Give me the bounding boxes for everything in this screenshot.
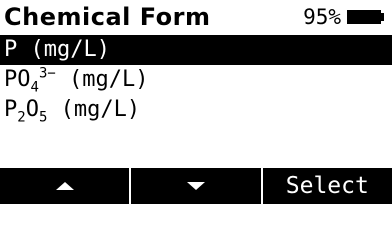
list-item-p[interactable]: P (mg/L) bbox=[0, 35, 392, 65]
formula-superscript: 3− bbox=[38, 65, 56, 82]
formula-po: PO bbox=[4, 67, 31, 92]
list-item-unit: (mg/L) bbox=[55, 67, 149, 92]
softkey-bar: Select bbox=[0, 168, 392, 204]
battery-tip-icon bbox=[381, 13, 384, 21]
chemical-form-list: P (mg/L) PO43− (mg/L) P2O5 (mg/L) bbox=[0, 35, 392, 125]
formula-p: P bbox=[4, 97, 18, 122]
arrow-up-icon bbox=[55, 182, 74, 190]
scroll-up-button[interactable] bbox=[0, 168, 129, 204]
select-button[interactable]: Select bbox=[260, 168, 392, 204]
header-bar: Chemical Form 95% bbox=[4, 2, 388, 32]
arrow-down-icon bbox=[186, 182, 205, 190]
formula-o: O bbox=[25, 97, 39, 122]
meter-screen: Chemical Form 95% P (mg/L) PO43− (mg/L) … bbox=[0, 0, 392, 204]
select-label: Select bbox=[285, 173, 369, 199]
list-item-p2o5[interactable]: P2O5 (mg/L) bbox=[0, 95, 392, 125]
formula-subscript: 2 bbox=[17, 109, 26, 126]
battery-status: 95% bbox=[303, 2, 384, 32]
list-item-po4[interactable]: PO43− (mg/L) bbox=[0, 65, 392, 95]
scroll-down-button[interactable] bbox=[129, 168, 260, 204]
list-item-label: P (mg/L) bbox=[4, 37, 110, 62]
screen-title: Chemical Form bbox=[4, 3, 211, 31]
formula-subscript: 4 bbox=[30, 79, 39, 96]
battery-icon bbox=[347, 10, 381, 24]
battery-percent: 95% bbox=[303, 5, 341, 29]
list-item-unit: (mg/L) bbox=[47, 97, 141, 122]
